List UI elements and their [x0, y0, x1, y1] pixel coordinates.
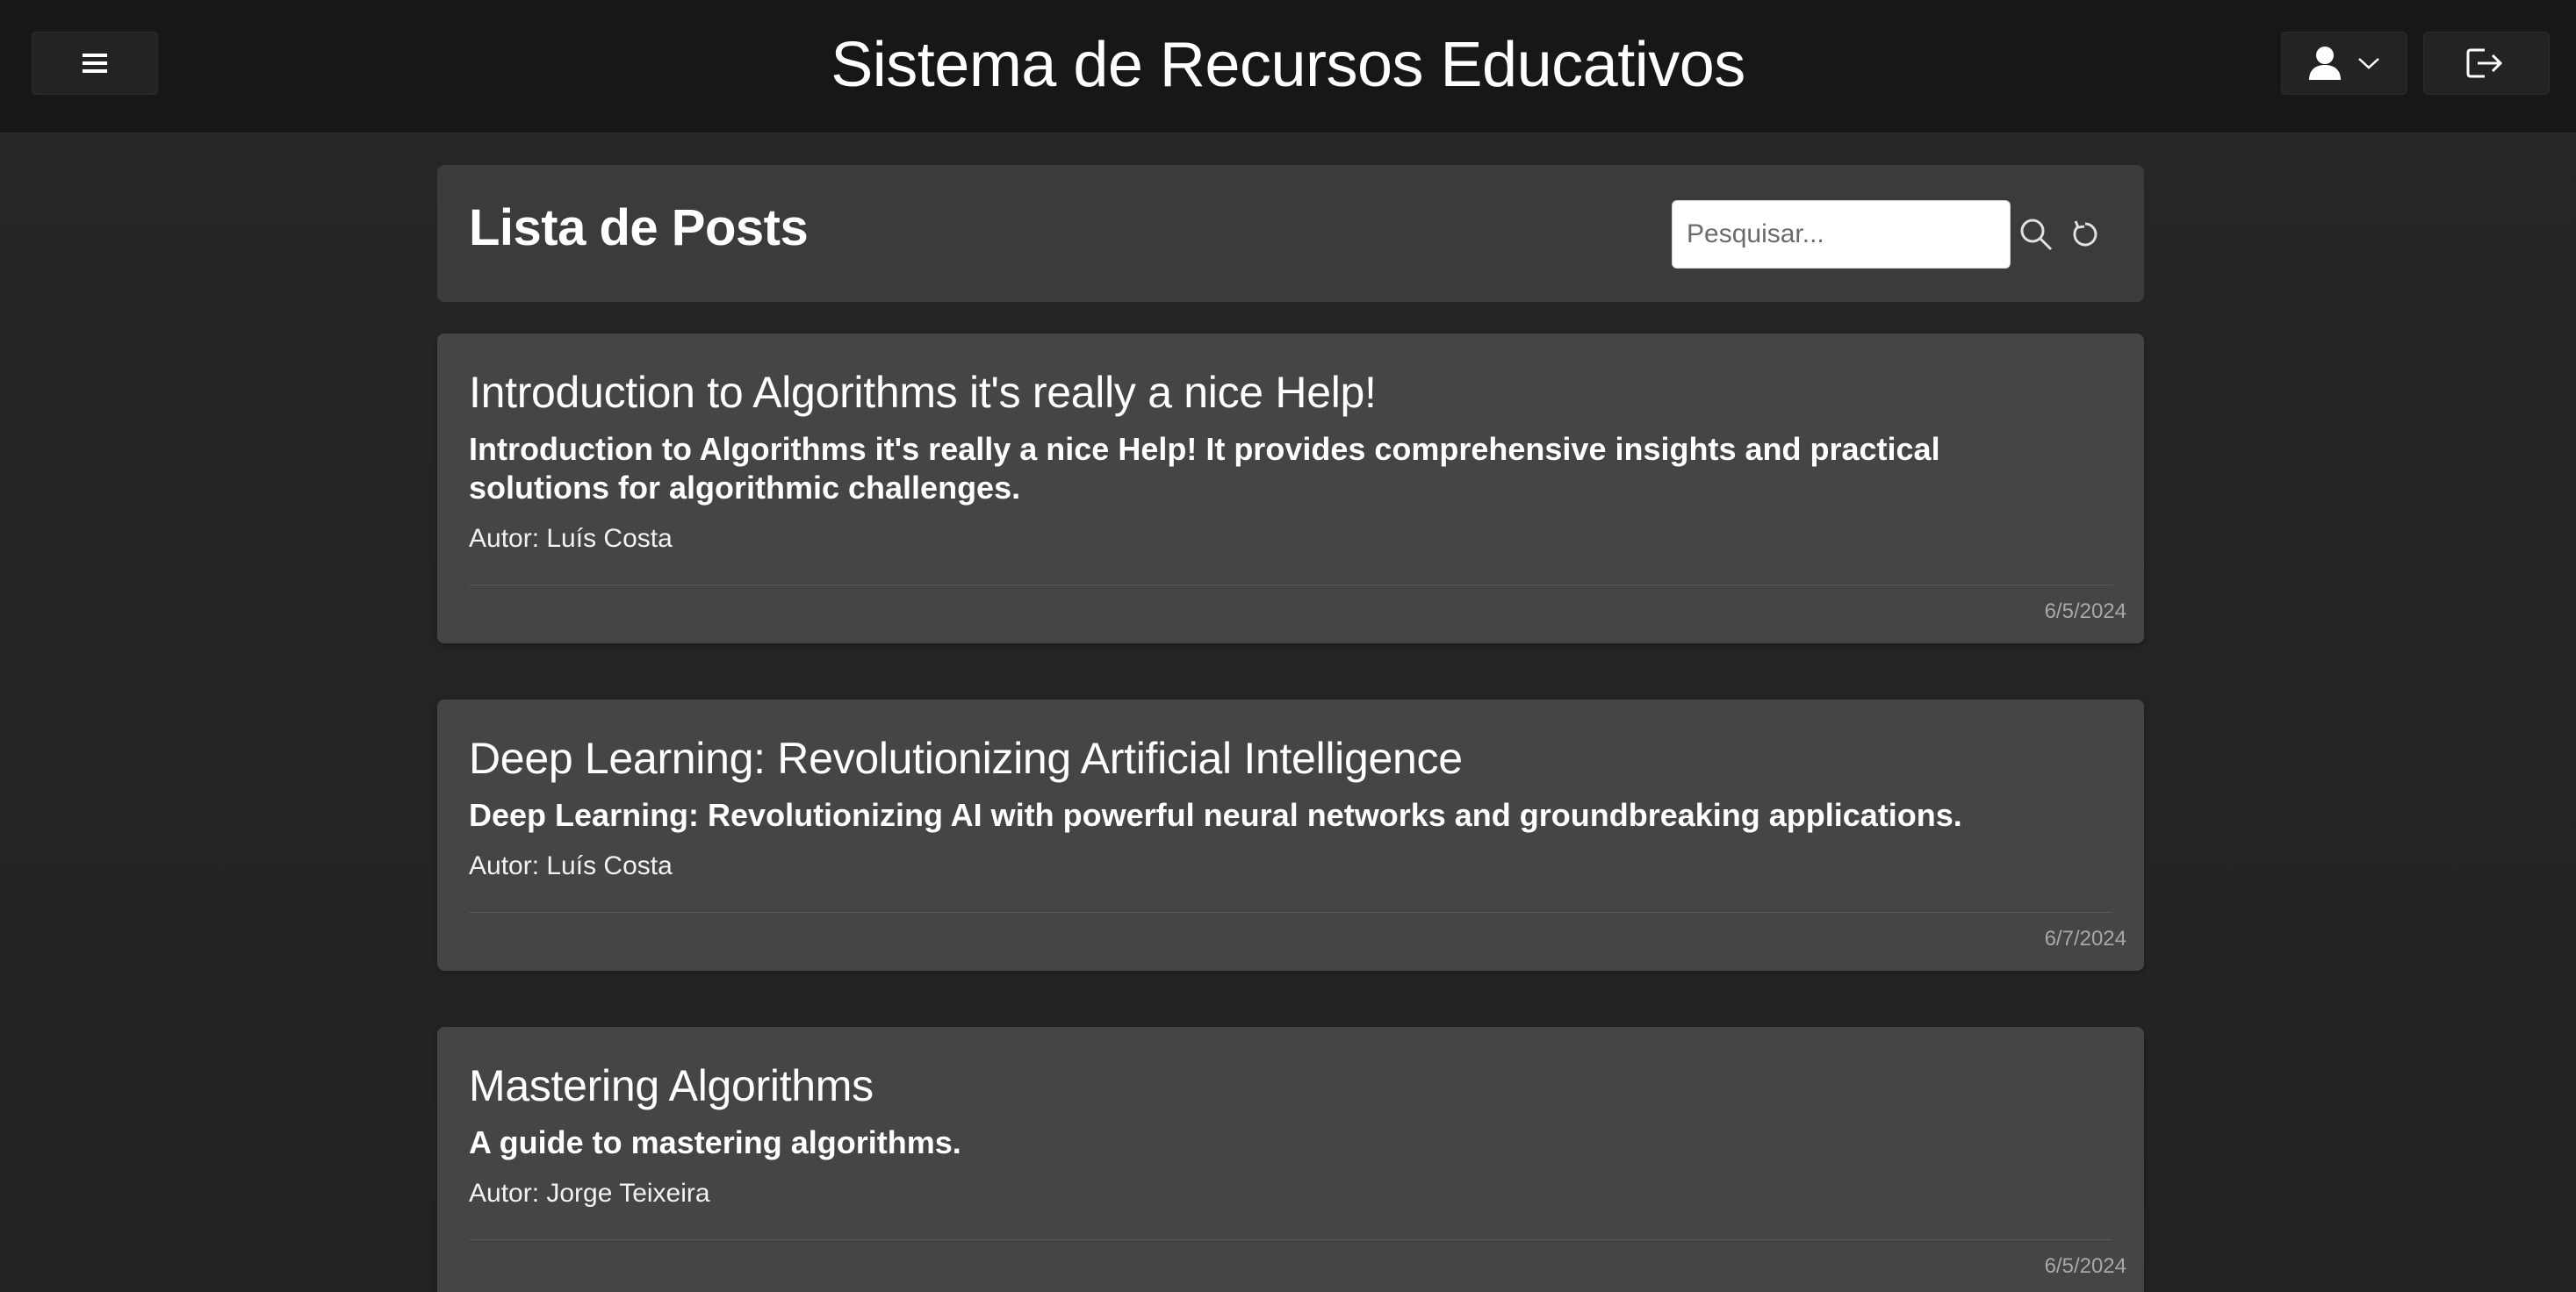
chevron-down-icon — [2358, 58, 2379, 69]
user-menu-button[interactable] — [2281, 32, 2407, 95]
search-icon — [2020, 219, 2053, 251]
post-author: Autor: Luís Costa — [469, 524, 673, 553]
app-title: Sistema de Recursos Educativos — [831, 30, 1745, 100]
refresh-icon — [2073, 220, 2097, 247]
post-divider — [469, 1239, 2112, 1240]
top-header: Sistema de Recursos Educativos — [0, 0, 2576, 133]
search-button[interactable] — [2014, 212, 2058, 256]
logout-icon — [2466, 48, 2503, 78]
user-icon — [2309, 47, 2341, 80]
post-title[interactable]: Deep Learning: Revolutionizing Artificia… — [469, 731, 2126, 786]
post-date: 6/5/2024 — [2044, 1254, 2126, 1278]
post-card[interactable]: Mastering Algorithms A guide to masterin… — [437, 1027, 2144, 1292]
post-description: Introduction to Algorithms it's really a… — [469, 431, 1940, 506]
post-author: Autor: Jorge Teixeira — [469, 1179, 710, 1208]
post-title[interactable]: Introduction to Algorithms it's really a… — [469, 365, 2126, 420]
app-root: Sistema de Recursos Educativos Lista de … — [0, 0, 2576, 1292]
post-description: A guide to mastering algorithms. — [469, 1124, 961, 1160]
page-title: Lista de Posts — [469, 199, 809, 256]
reset-button[interactable] — [2063, 212, 2107, 256]
post-card[interactable]: Deep Learning: Revolutionizing Artificia… — [437, 700, 2144, 971]
posts-toolbar: Lista de Posts — [437, 165, 2144, 302]
post-date: 6/5/2024 — [2044, 599, 2126, 623]
search-input[interactable] — [1672, 200, 2011, 269]
post-divider — [469, 912, 2112, 913]
post-card[interactable]: Introduction to Algorithms it's really a… — [437, 334, 2144, 643]
post-description: Deep Learning: Revolutionizing AI with p… — [469, 797, 1962, 833]
main-content: Lista de Posts Introduction to Algorithm… — [437, 165, 2144, 1292]
post-title[interactable]: Mastering Algorithms — [469, 1059, 2126, 1113]
post-date: 6/7/2024 — [2044, 927, 2126, 951]
logout-button[interactable] — [2423, 32, 2550, 95]
post-author: Autor: Luís Costa — [469, 851, 673, 880]
